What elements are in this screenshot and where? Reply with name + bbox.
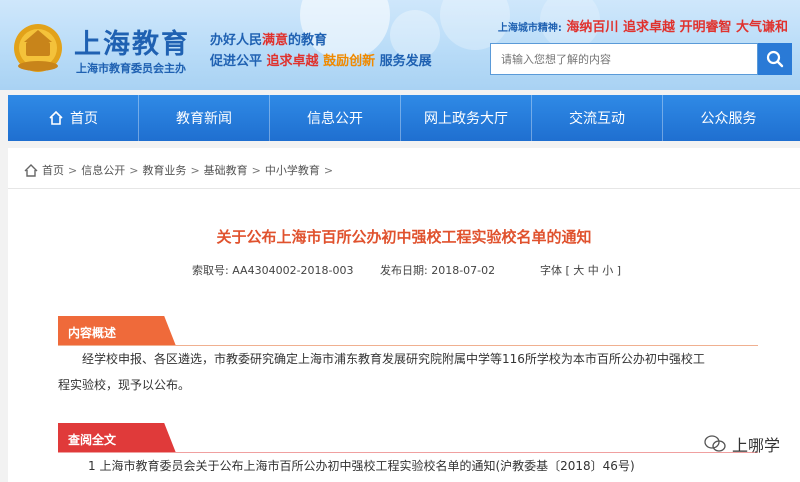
home-icon (49, 110, 63, 125)
site-title[interactable]: 上海教育 (74, 22, 190, 61)
nav-item-interaction[interactable]: 交流互动 (532, 95, 663, 141)
nav-item-public-service[interactable]: 公众服务 (663, 95, 794, 141)
slogan-part: 追求卓越 (266, 54, 319, 69)
breadcrumb-basic-edu[interactable]: 基础教育 (204, 162, 248, 178)
index-value: AA4304002-2018-003 (232, 264, 354, 277)
slogan-line-2: 促进公平 追求卓越 鼓励创新 服务发展 (210, 50, 432, 69)
summary-text-line-2: 程实验校，现予以公布。 (58, 378, 191, 392)
watermark-text: 上哪学 (731, 436, 780, 455)
index-label: 索取号: (192, 264, 229, 277)
search-icon (766, 50, 784, 68)
nav-item-news[interactable]: 教育新闻 (139, 95, 270, 141)
breadcrumb-separator: > (251, 163, 261, 177)
city-spirit: 上海城市精神: 海纳百川 追求卓越 开明睿智 大气谦和 (498, 16, 788, 35)
summary-text-line-1: 经学校申报、各区遴选，市教委研究确定上海市浦东教育发展研究院附属中学等116所学… (82, 352, 705, 366)
index-number: 索取号: AA4304002-2018-003 (192, 262, 354, 278)
breadcrumb-disclosure[interactable]: 信息公开 (81, 162, 125, 178)
slogan-part: 促进公平 (210, 54, 263, 69)
font-size-switch[interactable]: 字体 [ 大 中 小 ] (540, 262, 621, 278)
slogan-part: 鼓励创新 (323, 54, 376, 69)
publish-date: 发布日期: 2018-07-02 (380, 262, 495, 278)
city-spirit-label: 上海城市精神: (497, 23, 562, 34)
breadcrumb-k12[interactable]: 中小学教育 (265, 162, 320, 178)
nav-item-home[interactable]: 首页 (8, 95, 139, 141)
nav-item-label: 交流互动 (569, 111, 625, 127)
nav-item-label: 公众服务 (700, 111, 757, 127)
slogan-part: 服务发展 (379, 54, 432, 69)
slogan-line-1: 办好人民满意的教育 (210, 29, 327, 48)
nav-item-label: 网上政务大厅 (424, 111, 508, 127)
nav-item-label: 教育新闻 (176, 111, 232, 127)
breadcrumb: 首页 > 信息公开 > 教育业务 > 基础教育 > 中小学教育 > (24, 162, 337, 178)
logo-emblem-icon[interactable] (12, 18, 64, 74)
slogan-part: 满意 (262, 33, 289, 48)
city-spirit-text: 海纳百川 追求卓越 开明睿智 大气谦和 (566, 20, 788, 35)
breadcrumb-separator: > (323, 163, 334, 177)
article-panel: 首页 > 信息公开 > 教育业务 > 基础教育 > 中小学教育 > 关于公布上海市百所公办… (8, 148, 800, 482)
date-label: 发布日期: (380, 264, 428, 277)
date-value: 2018-07-02 (431, 264, 496, 277)
nav-item-disclosure[interactable]: 信息公开 (270, 95, 401, 141)
watermark: 上哪学 (704, 432, 780, 456)
breadcrumb-separator: > (129, 163, 139, 177)
search-button[interactable] (758, 43, 792, 75)
home-icon (24, 163, 38, 177)
breadcrumb-home[interactable]: 首页 (42, 162, 64, 178)
breadcrumb-separator: > (190, 163, 200, 177)
slogan-part: 办好人民 (210, 33, 263, 48)
fulltext-link[interactable]: 1 上海市教育委员会关于公布上海市百所公办初中强校工程实验校名单的通知(沪教委基… (88, 453, 728, 479)
site-header: 上海教育 上海市教育委员会主办 办好人民满意的教育 促进公平 追求卓越 鼓励创新… (0, 0, 800, 90)
slogan-part: 的教育 (288, 33, 328, 48)
breadcrumb-edu-business[interactable]: 教育业务 (142, 162, 186, 178)
nav-item-label: 信息公开 (307, 111, 363, 127)
article-title: 关于公布上海市百所公办初中强校工程实验校名单的通知 (216, 228, 592, 246)
fulltext-section-tag: 查阅全文 (58, 423, 176, 453)
nav-item-gov-service[interactable]: 网上政务大厅 (401, 95, 532, 141)
site-subtitle: 上海市教育委员会主办 (76, 62, 186, 75)
wechat-icon (704, 435, 726, 452)
divider (8, 188, 800, 189)
main-nav: 首页 教育新闻 信息公开 网上政务大厅 交流互动 公众服务 (8, 95, 800, 141)
nav-item-label: 首页 (70, 111, 98, 127)
breadcrumb-separator: > (68, 163, 78, 177)
search-input[interactable] (490, 43, 758, 75)
summary-section-tag: 内容概述 (58, 316, 176, 346)
